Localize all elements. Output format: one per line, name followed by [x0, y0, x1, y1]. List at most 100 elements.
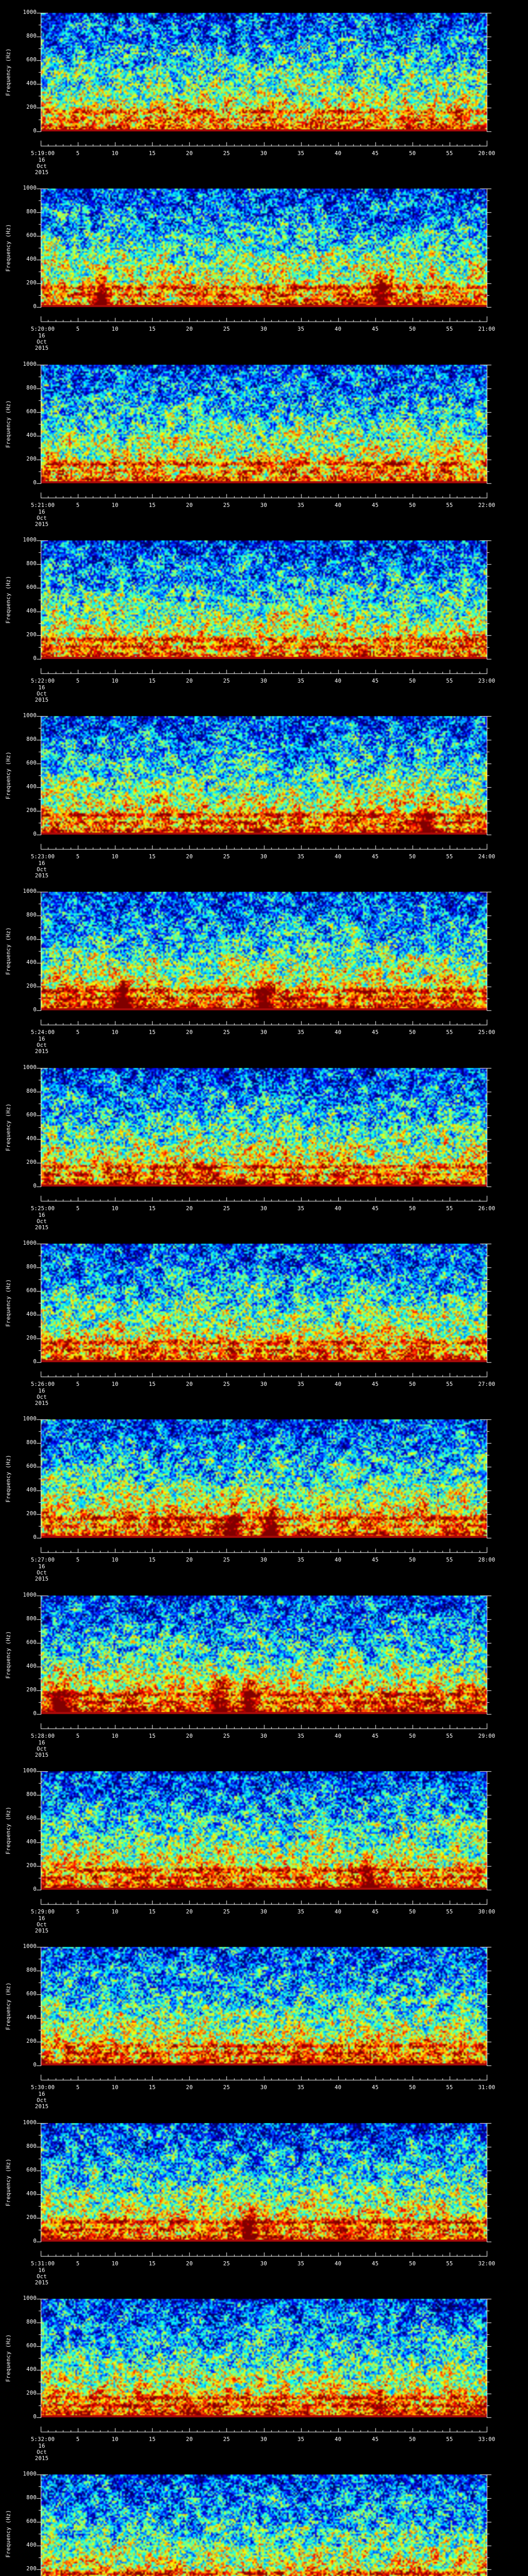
y-tick-label: 800: [26, 2318, 37, 2325]
x-tick-label: 40: [335, 502, 342, 509]
x-tick-label: 35: [297, 150, 305, 157]
y-tick-label: 400: [26, 959, 37, 966]
y-tick-label: 1000: [23, 1943, 37, 1950]
y-tick-label: 600: [26, 1463, 37, 1470]
x-tick-label: 45: [372, 1908, 379, 1915]
x-tick-label: 5: [76, 2436, 80, 2443]
x-tick-label: 40: [335, 1029, 342, 1036]
spectrogram-canvas: [0, 879, 528, 1056]
date-label: Oct: [37, 867, 47, 873]
y-tick-label: 1000: [23, 2471, 37, 2478]
x-tick-label: 35: [297, 1029, 305, 1036]
x-tick-label: 45: [372, 326, 379, 333]
start-time-label: 5:30:00: [30, 2084, 55, 2091]
date-label: 2015: [35, 2279, 49, 2286]
start-time-label: 5:31:00: [30, 2260, 55, 2267]
y-tick-label: 600: [26, 1991, 37, 1997]
date-label: 2015: [35, 521, 49, 528]
x-tick-label: 55: [446, 150, 453, 157]
spectrogram-panel: Frequency (Hz) 1000 800 600 400 200 0 5 10 15 20 25…: [0, 879, 528, 1056]
x-tick-label: 50: [409, 502, 416, 509]
x-tick-label: 30: [260, 1205, 268, 1212]
spectrogram-canvas: [0, 176, 528, 352]
date-label: 2015: [35, 1752, 49, 1758]
start-time-label: 5:23:00: [30, 854, 55, 860]
x-tick-label: 45: [372, 1205, 379, 1212]
x-tick-label: 20: [186, 1557, 193, 1564]
x-tick-label: 50: [409, 150, 416, 157]
frequency-axis-label: Frequency (Hz): [5, 1631, 12, 1679]
x-tick-label: 25: [223, 1029, 230, 1036]
y-tick-label: 600: [26, 408, 37, 415]
x-tick-label: 25: [223, 677, 230, 684]
y-tick-label: 1000: [23, 888, 37, 895]
x-tick-label: 10: [111, 2436, 119, 2443]
spectrogram-panel: Frequency (Hz) 1000 800 600 400 200 0 5 10 15 20 25…: [0, 703, 528, 880]
x-tick-label: 45: [372, 2084, 379, 2091]
y-tick-label: 200: [26, 2038, 37, 2045]
x-tick-label: 40: [335, 1557, 342, 1564]
spectrogram-canvas: [0, 1055, 528, 1231]
y-tick-label: 200: [26, 1686, 37, 1693]
x-tick-label: 15: [148, 854, 156, 860]
y-tick-label: 800: [26, 560, 37, 567]
date-label: 2015: [35, 873, 49, 879]
spectrogram-canvas: [0, 1231, 528, 1408]
x-tick-label: 25: [223, 1381, 230, 1388]
date-label: Oct: [37, 515, 47, 521]
frequency-axis-label: Frequency (Hz): [5, 575, 12, 624]
y-tick-label: 1000: [23, 1767, 37, 1774]
y-tick-label: 1000: [23, 713, 37, 719]
x-tick-label: 10: [111, 2084, 119, 2091]
x-tick-label: 45: [372, 150, 379, 157]
y-tick-label: 400: [26, 2190, 37, 2197]
date-label: Oct: [37, 1042, 47, 1049]
x-tick-label: 10: [111, 150, 119, 157]
date-label: 16: [38, 1388, 45, 1395]
date-label: Oct: [37, 339, 47, 346]
x-tick-label: 40: [335, 1733, 342, 1739]
y-tick-label: 200: [26, 2566, 37, 2572]
spectrogram-panel: Frequency (Hz) 1000 800 600 400 200 0 5 10 15 20 25…: [0, 1055, 528, 1231]
x-tick-label: 5: [76, 677, 80, 684]
start-time-label: 5:27:00: [30, 1557, 55, 1564]
y-tick-label: 200: [26, 104, 37, 110]
y-tick-label: 800: [26, 912, 37, 919]
x-tick-label: 55: [446, 2436, 453, 2443]
y-tick-label: 600: [26, 936, 37, 942]
y-tick-label: 1000: [23, 1416, 37, 1422]
date-label: 2015: [35, 697, 49, 703]
y-tick-label: 0: [33, 2413, 37, 2420]
y-tick-label: 400: [26, 1311, 37, 1318]
y-tick-label: 1000: [23, 185, 37, 192]
date-label: 2015: [35, 170, 49, 176]
y-tick-label: 400: [26, 2366, 37, 2372]
date-label: Oct: [37, 2273, 47, 2280]
x-tick-label: 5: [76, 1381, 80, 1388]
x-tick-label: 55: [446, 1557, 453, 1564]
y-tick-label: 800: [26, 1967, 37, 1974]
end-time-label: 25:00: [478, 1029, 496, 1036]
x-tick-label: 25: [223, 1908, 230, 1915]
start-time-label: 5:21:00: [30, 502, 55, 509]
y-tick-label: 600: [26, 1639, 37, 1646]
y-tick-label: 400: [26, 2014, 37, 2021]
y-tick-label: 800: [26, 1439, 37, 1446]
x-tick-label: 55: [446, 2260, 453, 2267]
x-tick-label: 50: [409, 2084, 416, 2091]
y-tick-label: 800: [26, 1791, 37, 1798]
y-tick-label: 400: [26, 1135, 37, 1142]
date-label: 16: [38, 1739, 45, 1746]
y-tick-label: 600: [26, 1815, 37, 1821]
x-tick-label: 15: [148, 2436, 156, 2443]
x-tick-label: 25: [223, 1205, 230, 1212]
y-tick-label: 1000: [23, 2119, 37, 2126]
x-tick-label: 30: [260, 854, 268, 860]
x-tick-label: 45: [372, 677, 379, 684]
y-tick-label: 800: [26, 736, 37, 743]
frequency-axis-label: Frequency (Hz): [5, 751, 12, 800]
y-tick-label: 800: [26, 1264, 37, 1270]
y-tick-label: 600: [26, 1111, 37, 1118]
x-tick-label: 50: [409, 326, 416, 333]
y-tick-label: 600: [26, 232, 37, 239]
